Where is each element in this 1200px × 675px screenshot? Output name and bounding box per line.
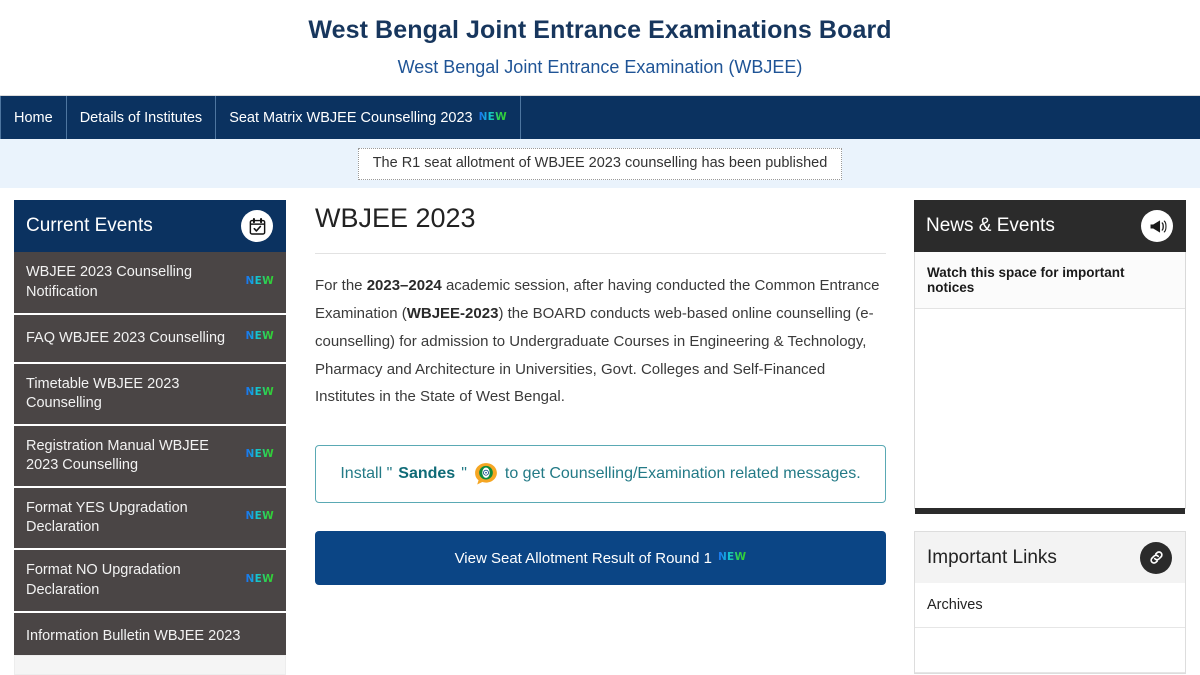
list-item-label: Timetable WBJEE 2023 Counselling: [26, 375, 180, 411]
sandes-prefix: Install ": [340, 465, 393, 483]
sandes-brand: Sandes: [398, 465, 456, 483]
list-item-label: Archives: [927, 597, 983, 614]
link-chain-icon: [1140, 541, 1172, 574]
nav-item-seat-matrix[interactable]: Seat Matrix WBJEE Counselling 2023 NEW: [216, 96, 522, 140]
list-item: Watch this space for important notices: [915, 252, 1185, 310]
sandes-promo-box[interactable]: Install " Sandes " to get Counselling/Exam…: [315, 445, 886, 504]
new-badge: NEW: [245, 448, 274, 461]
news-events-title: News & Events: [926, 215, 1055, 237]
current-events-title: Current Events: [26, 215, 153, 237]
current-events-panel: Current Events WBJEE 2023 Counselling No…: [14, 200, 286, 662]
cta-label: View Seat Allotment Result of Round 1: [454, 549, 712, 567]
list-item-label: Watch this space for important notices: [927, 265, 1125, 296]
important-links-header: Important Links: [914, 531, 1186, 584]
nav-item-home[interactable]: Home: [0, 96, 67, 140]
title-divider: [315, 252, 886, 254]
new-badge: NEW: [245, 330, 274, 343]
list-item-label: Registration Manual WBJEE 2023 Counselli…: [26, 437, 209, 474]
new-badge: NEW: [245, 274, 274, 287]
main-heading: WBJEE 2023: [315, 203, 476, 234]
list-item-label: WBJEE 2023 Counselling Notification: [26, 264, 193, 300]
main-navigation: Home Details of Institutes Seat Matrix W…: [0, 95, 1200, 140]
announcement-strip: The R1 seat allotment of WBJEE 2023 coun…: [0, 139, 1200, 189]
list-item-label: Format YES Upgradation Declaration: [26, 500, 188, 536]
list-item[interactable]: FAQ WBJEE 2023 Counselling NEW: [14, 314, 286, 364]
new-badge: NEW: [245, 385, 274, 398]
new-badge: NEW: [245, 572, 274, 585]
paragraph-bold-exam: WBJEE-2023: [406, 304, 499, 322]
news-events-body: Watch this space for important notices: [914, 252, 1186, 515]
sandes-logo-icon: [473, 461, 499, 487]
sandes-suffix: ": [461, 465, 467, 483]
news-events-header: News & Events: [914, 200, 1186, 253]
list-item-label: FAQ WBJEE 2023 Counselling: [26, 329, 226, 346]
new-badge: NEW: [245, 510, 274, 523]
current-events-header: Current Events: [14, 200, 286, 253]
list-item-label: Format NO Upgradation Declaration: [26, 562, 181, 598]
nav-item-label: Details of Institutes: [79, 109, 203, 126]
list-item-label: Information Bulletin WBJEE 2023: [26, 627, 241, 644]
list-item[interactable]: Archives: [915, 583, 1185, 629]
list-item[interactable]: Timetable WBJEE 2023 Counselling NEW: [14, 363, 286, 426]
page-root: West Bengal Joint Entrance Examinations …: [0, 0, 1200, 675]
important-links-body: Archives: [914, 583, 1186, 675]
content-area: Current Events WBJEE 2023 Counselling No…: [0, 188, 1200, 675]
page-title: West Bengal Joint Entrance Examinations …: [308, 16, 892, 44]
megaphone-icon: [1141, 210, 1173, 243]
announcement-text: The R1 seat allotment of WBJEE 2023 coun…: [372, 155, 828, 172]
next-panel-partial: [14, 655, 286, 675]
important-links-panel: Important Links Archives: [914, 531, 1186, 675]
intro-paragraph: For the 2023–2024 academic session, afte…: [315, 272, 886, 411]
paragraph-part: For the: [315, 276, 367, 294]
main-content: WBJEE 2023 For the 2023–2024 academic se…: [286, 200, 914, 586]
nav-item-label: Seat Matrix WBJEE Counselling 2023: [229, 109, 473, 126]
calendar-check-icon: [241, 210, 273, 243]
site-header: West Bengal Joint Entrance Examinations …: [0, 0, 1200, 78]
important-links-title: Important Links: [927, 546, 1057, 568]
list-item[interactable]: Format NO Upgradation Declaration NEW: [14, 550, 286, 613]
new-badge: NEW: [717, 551, 747, 564]
nav-item-details-of-institutes[interactable]: Details of Institutes: [67, 96, 217, 140]
current-events-list: WBJEE 2023 Counselling Notification NEW …: [14, 252, 286, 662]
view-seat-allotment-button[interactable]: View Seat Allotment Result of Round 1 NE…: [315, 531, 886, 586]
nav-item-label: Home: [14, 109, 53, 126]
announcement-banner[interactable]: The R1 seat allotment of WBJEE 2023 coun…: [357, 148, 843, 180]
new-badge: NEW: [478, 110, 508, 123]
left-sidebar: Current Events WBJEE 2023 Counselling No…: [14, 200, 286, 675]
news-events-panel: News & Events Watch this space for impor…: [914, 200, 1186, 515]
page-subtitle: West Bengal Joint Entrance Examination (…: [397, 56, 803, 77]
list-item-placeholder[interactable]: [915, 628, 1185, 674]
list-item[interactable]: Format YES Upgradation Declaration NEW: [14, 488, 286, 551]
list-item[interactable]: Registration Manual WBJEE 2023 Counselli…: [14, 425, 286, 489]
right-sidebar: News & Events Watch this space for impor…: [914, 200, 1186, 675]
paragraph-bold-session: 2023–2024: [366, 276, 442, 294]
news-panel-footer-bar: [915, 508, 1185, 515]
list-item[interactable]: WBJEE 2023 Counselling Notification NEW: [14, 252, 286, 315]
sandes-tail: to get Counselling/Examination related m…: [504, 465, 861, 483]
